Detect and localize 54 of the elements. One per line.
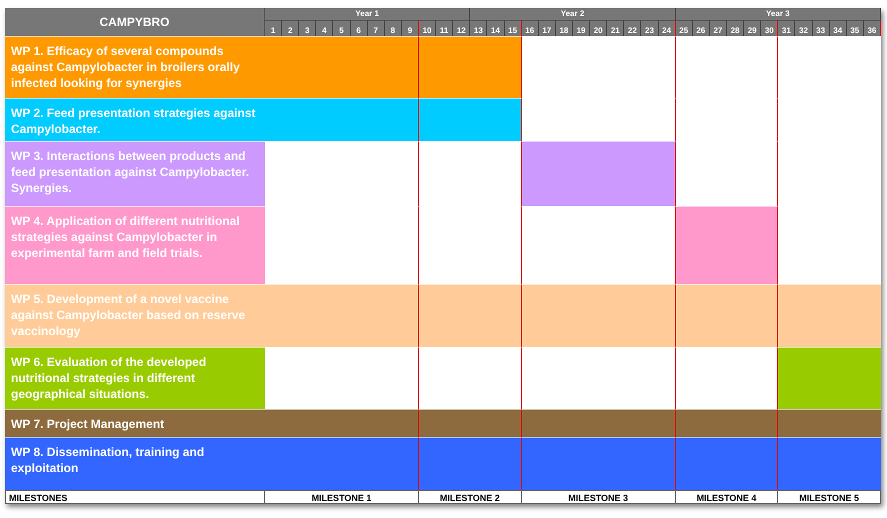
work-package-label: WP 6. Evaluation of the developed nutritional strategies in different geographical situations. <box>5 347 265 409</box>
month-header: 24 <box>658 20 676 36</box>
month-header: 22 <box>624 20 642 36</box>
month-header: 9 <box>402 20 419 36</box>
month-header: 23 <box>641 20 659 36</box>
month-header: 7 <box>368 20 385 36</box>
milestones-label: MILESTONES <box>5 490 265 504</box>
month-header: 21 <box>607 20 624 36</box>
chart-title: CAMPYBRO <box>5 8 265 36</box>
month-header: 6 <box>350 20 368 36</box>
month-header: 34 <box>830 20 847 36</box>
work-package-label: WP 8. Dissemination, training and exploitation <box>5 437 265 490</box>
month-header: 26 <box>692 20 710 36</box>
month-header: 12 <box>453 20 470 36</box>
month-header: 10 <box>418 20 436 36</box>
month-header: 18 <box>556 20 573 36</box>
work-package-label: WP 4. Application of different nutritional strategies against Campylobacter in experimental farm and field trials. <box>5 206 265 284</box>
month-header: 28 <box>726 20 744 36</box>
month-header: 4 <box>316 20 334 36</box>
month-header: 20 <box>590 20 608 36</box>
month-header: 33 <box>812 20 830 36</box>
milestone-label: MILESTONE 2 <box>418 490 522 504</box>
month-header: 25 <box>676 20 693 36</box>
work-package-label: WP 3. Interactions between products and feed presentation against Campylobacter. Synergies. <box>5 141 265 206</box>
month-header: 2 <box>282 20 300 36</box>
month-header: 3 <box>299 20 316 36</box>
month-header: 16 <box>522 20 539 36</box>
month-header: 19 <box>572 20 590 36</box>
milestone-label: MILESTONE 4 <box>676 490 778 504</box>
work-package-label: WP 1. Efficacy of several compounds against Campylobacter in broilers orally infected looking for synergies <box>5 36 265 98</box>
work-package-label: WP 7. Project Management <box>5 409 265 437</box>
month-header: 17 <box>538 20 556 36</box>
month-header: 32 <box>795 20 813 36</box>
month-header: 14 <box>487 20 505 36</box>
year-header: Year 3 <box>676 8 881 20</box>
month-header: 1 <box>265 20 282 36</box>
month-header: 8 <box>384 20 402 36</box>
month-header: 27 <box>710 20 727 36</box>
month-header: 13 <box>470 20 488 36</box>
month-header: 31 <box>778 20 796 36</box>
year-header: Year 2 <box>470 8 676 20</box>
month-header: 15 <box>504 20 522 36</box>
milestone-label: MILESTONE 5 <box>778 490 881 504</box>
month-header: 11 <box>436 20 454 36</box>
month-header: 29 <box>744 20 762 36</box>
milestone-label: MILESTONE 1 <box>265 490 419 504</box>
year-header: Year 1 <box>265 8 470 20</box>
month-header: 30 <box>761 20 778 36</box>
month-header: 5 <box>333 20 351 36</box>
month-header: 35 <box>846 20 864 36</box>
work-package-label: WP 5. Development of a novel vaccine against Campylobacter based on reserve vaccinology <box>5 284 265 347</box>
month-header: 36 <box>864 20 881 36</box>
work-package-label: WP 2. Feed presentation strategies against Campylobacter. <box>5 98 265 141</box>
milestone-label: MILESTONE 3 <box>522 490 676 504</box>
